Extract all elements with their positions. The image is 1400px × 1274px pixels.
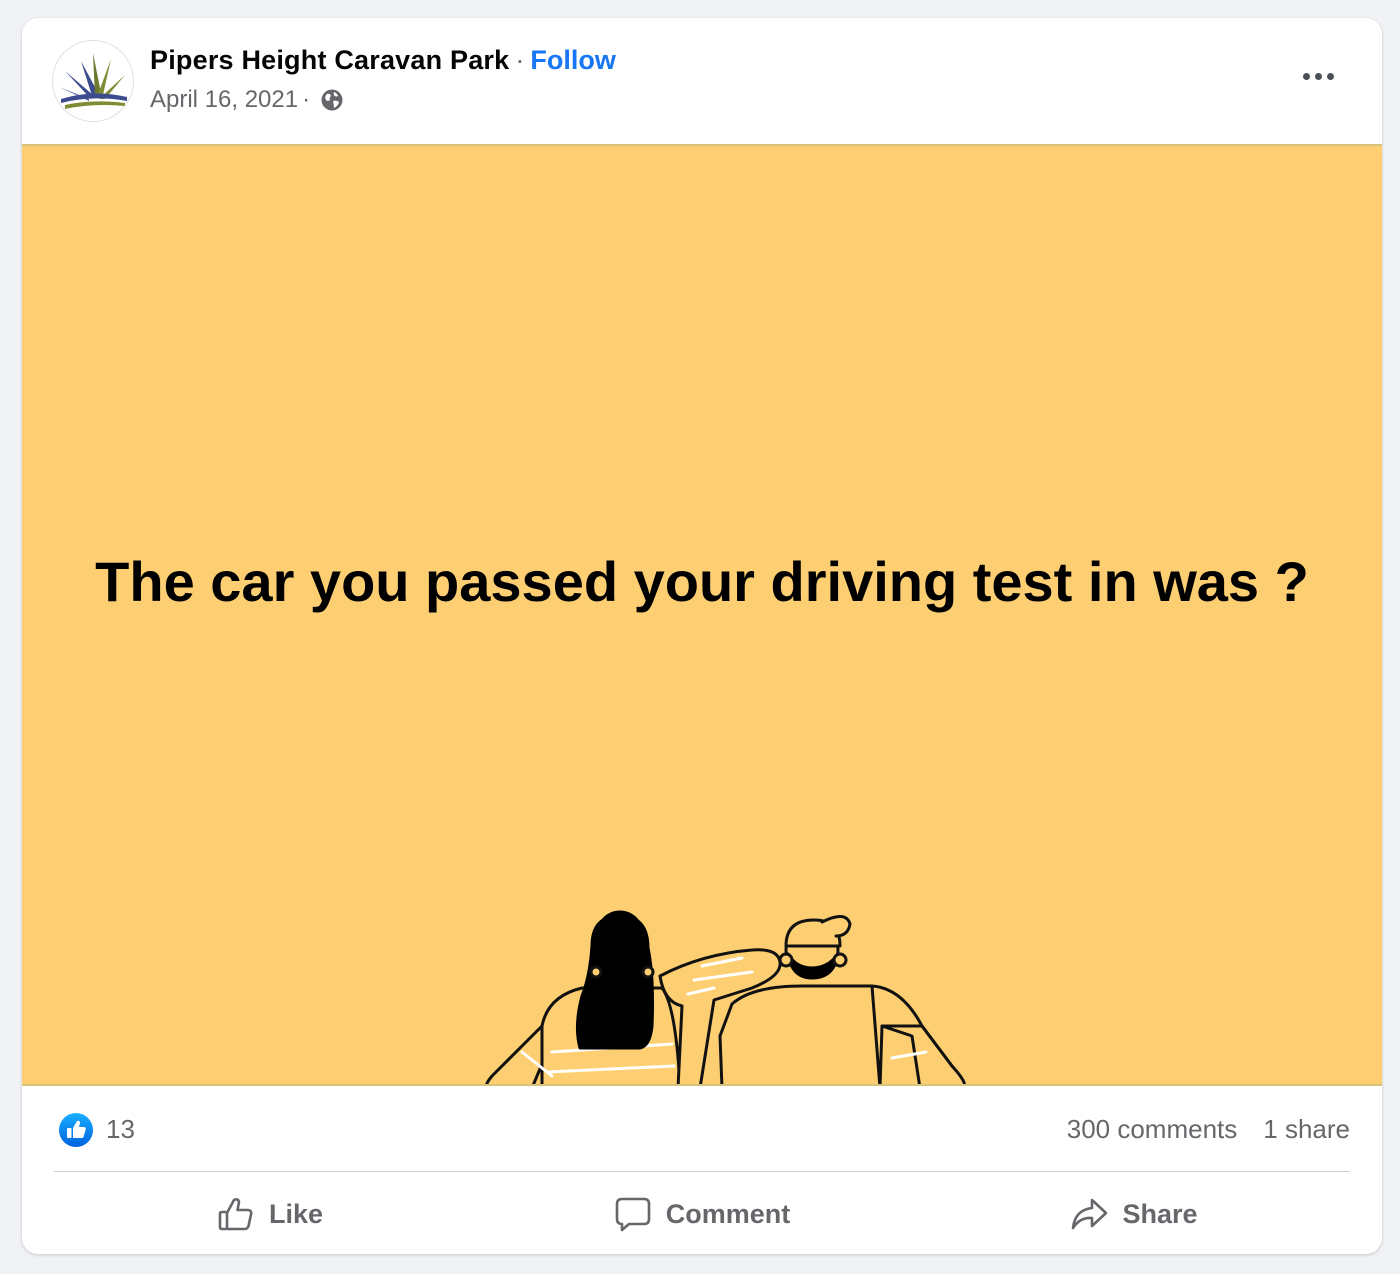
- palm-logo-icon: [53, 41, 133, 121]
- page-name-link[interactable]: Pipers Height Caravan Park: [150, 45, 509, 75]
- share-button[interactable]: Share: [918, 1174, 1350, 1254]
- post-image[interactable]: The car you passed your driving test in …: [22, 144, 1382, 1086]
- page-avatar[interactable]: [52, 40, 134, 122]
- post-header: Pipers Height Caravan Park · Follow April …: [22, 18, 1382, 144]
- reaction-count[interactable]: 13: [106, 1114, 135, 1145]
- shares-count[interactable]: 1 share: [1263, 1114, 1350, 1145]
- post-actions: Like Comment Share: [54, 1174, 1350, 1254]
- share-arrow-icon: [1072, 1198, 1108, 1230]
- comment-bubble-icon: [615, 1197, 651, 1232]
- date-separator: ·: [302, 86, 311, 113]
- comment-button[interactable]: Comment: [486, 1174, 918, 1254]
- thumbs-up-icon: [218, 1198, 253, 1231]
- follow-button[interactable]: Follow: [530, 45, 615, 75]
- share-label: Share: [1122, 1198, 1198, 1229]
- comments-count[interactable]: 300 comments: [1067, 1114, 1238, 1145]
- post-card: Pipers Height Caravan Park · Follow April …: [22, 18, 1382, 1254]
- post-author-line: Pipers Height Caravan Park · Follow: [150, 44, 616, 76]
- name-separator: ·: [515, 45, 525, 75]
- like-reaction-icon[interactable]: [58, 1112, 94, 1148]
- globe-icon[interactable]: [320, 88, 344, 112]
- more-options-icon[interactable]: [1294, 64, 1342, 88]
- post-date-link[interactable]: April 16, 2021: [150, 84, 298, 116]
- friends-illustration: [485, 910, 966, 1084]
- like-button[interactable]: Like: [54, 1174, 486, 1254]
- comment-label: Comment: [665, 1198, 791, 1229]
- post-meta: April 16, 2021 ·: [150, 84, 344, 116]
- post-image-text: The car you passed your driving test in …: [95, 550, 1309, 613]
- like-label: Like: [268, 1198, 324, 1229]
- post-stats: 13 300 comments 1 share: [54, 1086, 1350, 1172]
- engagement-counts: 300 comments 1 share: [1067, 1114, 1350, 1145]
